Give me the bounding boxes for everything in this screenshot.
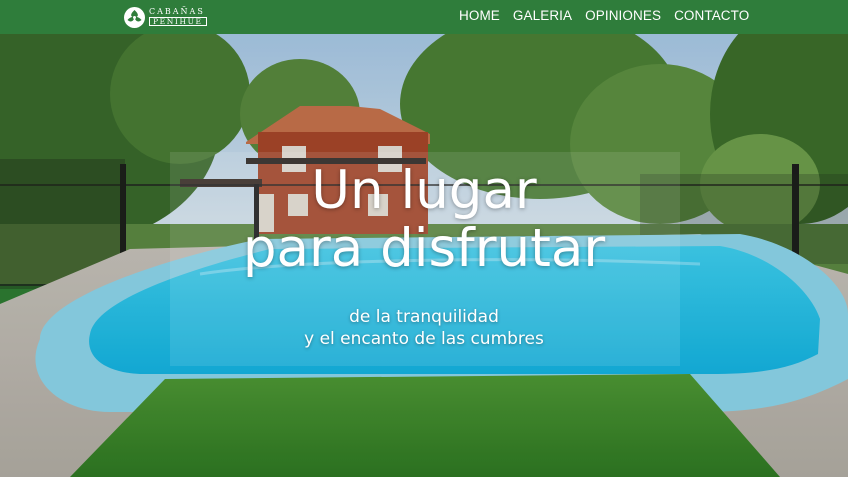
nav-opiniones[interactable]: OPINIONES xyxy=(585,8,661,23)
hero-subtitle-line1: de la tranquilidad xyxy=(349,307,499,327)
hero-title: Un lugar para disfrutar xyxy=(0,162,848,278)
brand-logo[interactable]: CABAÑAS PEÑIHUE xyxy=(124,5,207,29)
hero-title-line1: Un lugar xyxy=(311,160,537,221)
hero-subtitle-line2: y el encanto de las cumbres xyxy=(304,329,544,349)
hero-subtitle: de la tranquilidad y el encanto de las c… xyxy=(0,306,848,350)
nav-contacto[interactable]: CONTACTO xyxy=(674,8,749,23)
nav-galeria[interactable]: GALERIA xyxy=(513,8,572,23)
leaf-emblem-icon xyxy=(124,6,145,28)
top-navbar: CABAÑAS PEÑIHUE HOME GALERIA OPINIONES C… xyxy=(0,0,848,34)
brand-name-line2: PEÑIHUE xyxy=(149,16,207,27)
main-menu: HOME GALERIA OPINIONES CONTACTO xyxy=(459,8,749,23)
brand-name: CABAÑAS PEÑIHUE xyxy=(149,6,207,27)
hero-title-line2: para disfrutar xyxy=(242,218,606,279)
brand-name-line1: CABAÑAS xyxy=(149,6,205,16)
hero-section: Un lugar para disfrutar de la tranquilid… xyxy=(0,34,848,477)
nav-home[interactable]: HOME xyxy=(459,8,500,23)
